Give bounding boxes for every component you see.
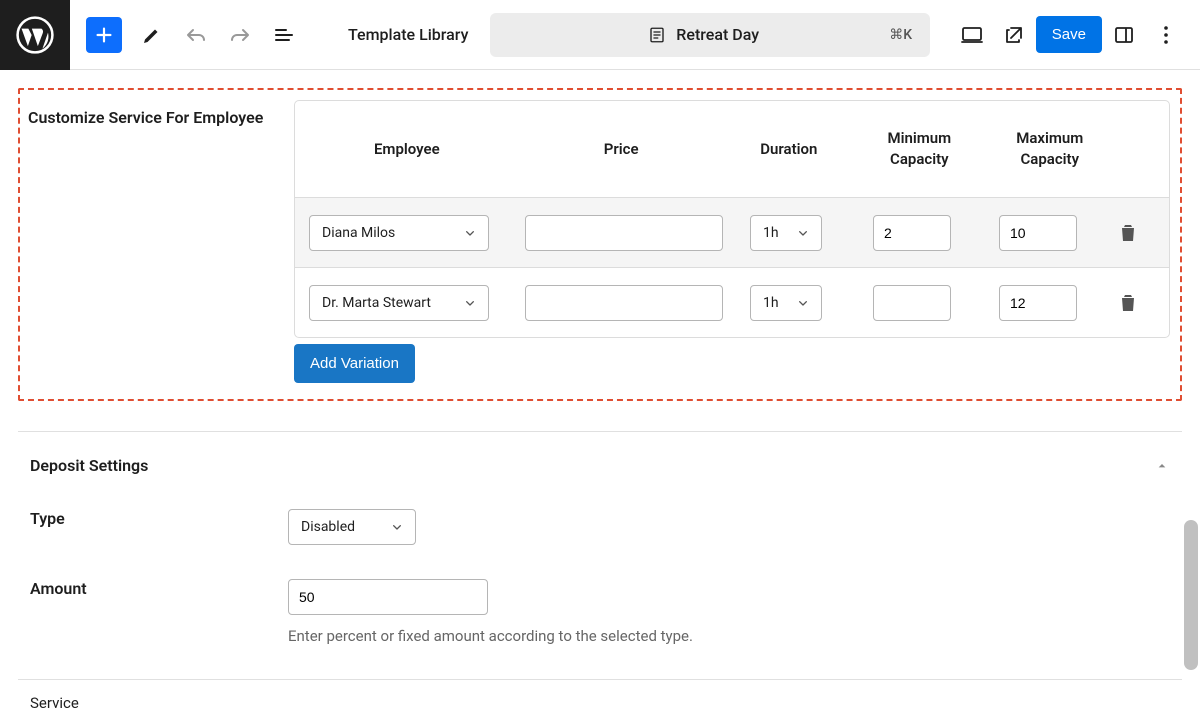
deposit-amount-label: Amount [30,579,288,598]
deposit-type-select[interactable]: Disabled [288,509,416,545]
command-palette-button[interactable]: Retreat Day ⌘K [490,13,930,57]
max-capacity-input[interactable] [999,285,1077,321]
device-preview-icon[interactable] [952,15,992,55]
variation-row: Diana Milos 1h [295,197,1169,267]
duration-select-value: 1h [763,225,779,241]
duration-select[interactable]: 1h [750,215,822,251]
capsule-title: Retreat Day [676,25,759,44]
scrollbar-thumb[interactable] [1184,520,1198,670]
chevron-down-icon [462,225,478,241]
redo-icon[interactable] [220,15,260,55]
external-link-icon[interactable] [994,15,1034,55]
price-input[interactable] [525,285,723,321]
undo-icon[interactable] [176,15,216,55]
chevron-down-icon [795,225,811,241]
chevron-down-icon [389,519,405,535]
deposit-amount-input[interactable] [288,579,488,615]
employee-select-value: Diana Milos [322,225,395,241]
col-duration: Duration [724,139,854,160]
deposit-type-value: Disabled [301,519,355,535]
min-capacity-input[interactable] [873,215,951,251]
employee-select[interactable]: Dr. Marta Stewart [309,285,489,321]
duration-select-value: 1h [763,295,779,311]
edit-icon[interactable] [132,15,172,55]
customize-service-title: Customize Service For Employee [28,100,284,383]
col-min-capacity: Minimum Capacity [854,128,984,170]
delete-row-button[interactable] [1108,213,1148,253]
template-library-link[interactable]: Template Library [348,25,468,44]
price-input[interactable] [525,215,723,251]
duration-select[interactable]: 1h [750,285,822,321]
delete-row-button[interactable] [1108,283,1148,323]
collapse-icon[interactable] [1154,458,1170,474]
max-capacity-input[interactable] [999,215,1077,251]
add-variation-button[interactable]: Add Variation [294,344,415,383]
deposit-amount-helper: Enter percent or fixed amount according … [288,627,1170,645]
deposit-settings-section: Deposit Settings Type Disabled Amount En… [18,431,1182,645]
deposit-type-label: Type [30,509,288,528]
col-employee: Employee [295,139,519,160]
col-max-capacity: Maximum Capacity [985,128,1115,170]
min-capacity-input[interactable] [873,285,951,321]
sidebar-toggle-icon[interactable] [1104,15,1144,55]
chevron-down-icon [795,295,811,311]
capsule-shortcut: ⌘K [889,27,912,43]
wordpress-logo[interactable] [0,0,70,70]
more-options-icon[interactable] [1146,15,1186,55]
outline-icon[interactable] [264,15,304,55]
save-button[interactable]: Save [1036,16,1102,53]
col-price: Price [519,139,724,160]
service-section-title: Service [30,694,79,712]
chevron-down-icon [462,295,478,311]
employee-select[interactable]: Diana Milos [309,215,489,251]
template-icon [648,26,666,44]
service-variation-table: Employee Price Duration Minimum Capacity… [294,100,1170,338]
customize-service-block: Customize Service For Employee Employee … [18,88,1182,401]
employee-select-value: Dr. Marta Stewart [322,295,431,311]
variation-row: Dr. Marta Stewart 1h [295,267,1169,337]
add-block-button[interactable] [86,17,122,53]
deposit-settings-title: Deposit Settings [30,456,148,475]
service-section: Service [18,679,1182,712]
